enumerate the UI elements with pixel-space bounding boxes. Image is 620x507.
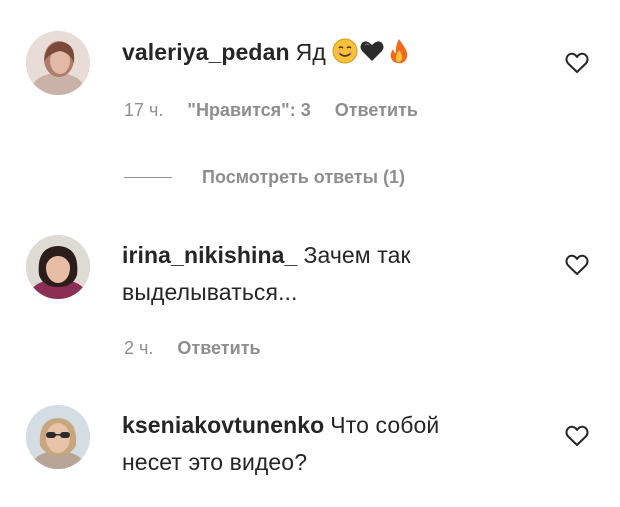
comment-text: irina_nikishina_ Зачем так выделываться..… xyxy=(122,237,482,311)
comment-text: kseniakovtunenko Что собой несет это виде… xyxy=(122,407,502,481)
like-button[interactable] xyxy=(565,425,589,447)
view-replies-label: Посмотреть ответы (1) xyxy=(202,166,405,187)
comment-username[interactable]: irina_nikishina_ xyxy=(122,242,297,268)
avatar[interactable] xyxy=(26,31,90,95)
heart-icon xyxy=(565,52,589,73)
like-button[interactable] xyxy=(565,52,589,74)
smiling-face-icon xyxy=(332,38,358,64)
reply-button[interactable]: Ответить xyxy=(177,338,260,358)
reply-button[interactable]: Ответить xyxy=(335,100,418,120)
fire-icon xyxy=(391,39,408,64)
emoji-group xyxy=(332,38,412,64)
black-heart-icon xyxy=(360,41,384,61)
like-button[interactable] xyxy=(565,254,589,276)
comment-username[interactable]: kseniakovtunenko xyxy=(122,412,324,438)
comment-time[interactable]: 2 ч. xyxy=(124,338,153,358)
comment-username[interactable]: valeriya_pedan xyxy=(122,39,290,65)
comment-meta: 17 ч. "Нравится": 3 Ответить xyxy=(124,100,442,121)
heart-icon xyxy=(565,425,589,446)
avatar[interactable] xyxy=(26,405,90,469)
avatar[interactable] xyxy=(26,235,90,299)
comment-text: valeriya_pedan Яд xyxy=(122,34,522,71)
comment-likes[interactable]: "Нравится": 3 xyxy=(187,100,310,120)
view-replies-button[interactable]: Посмотреть ответы (1) xyxy=(124,165,405,189)
divider-line xyxy=(124,176,172,178)
comment-meta: 2 ч. Ответить xyxy=(124,338,285,359)
comment-time[interactable]: 17 ч. xyxy=(124,100,163,120)
comment-body: Яд xyxy=(295,39,326,65)
heart-icon xyxy=(565,254,589,275)
comments-list: valeriya_pedan Яд 17 ч. "Нравится": 3 От… xyxy=(0,0,620,507)
